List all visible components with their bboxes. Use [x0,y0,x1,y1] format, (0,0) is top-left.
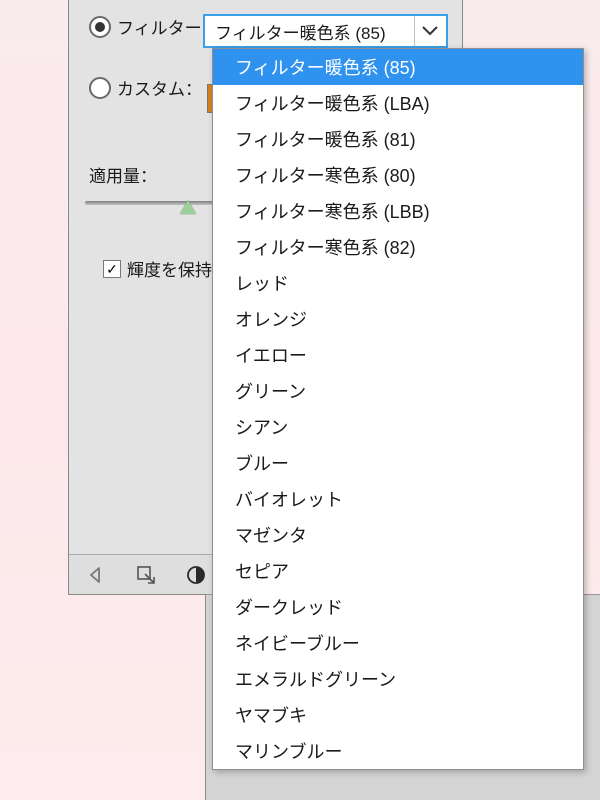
preserve-luminosity-label: 輝度を保持 [127,256,212,281]
filter-option[interactable]: フィルター暖色系 (85) [213,49,583,85]
filter-option[interactable]: ブルー [213,445,583,481]
filter-option[interactable]: エメラルドグリーン [213,661,583,697]
filter-dropdown[interactable]: フィルター暖色系 (85) [203,14,448,48]
chevron-down-icon[interactable] [414,16,444,46]
filter-option[interactable]: レッド [213,265,583,301]
custom-radio[interactable] [89,77,111,99]
filter-option[interactable]: セピア [213,553,583,589]
filter-dropdown-value: フィルター暖色系 (85) [215,19,414,44]
custom-label: カスタム： [117,75,202,100]
preserve-luminosity-row: ✓ 輝度を保持 [103,256,212,281]
filter-option[interactable]: マリンブルー [213,733,583,769]
filter-option[interactable]: フィルター寒色系 (80) [213,157,583,193]
preserve-luminosity-checkbox[interactable]: ✓ [103,260,121,278]
slider-thumb[interactable] [180,200,196,214]
filter-option[interactable]: フィルター暖色系 (LBA) [213,85,583,121]
filter-option[interactable]: シアン [213,409,583,445]
adjustment-mask-icon[interactable] [183,562,209,588]
filter-option[interactable]: イエロー [213,337,583,373]
filter-radio[interactable] [89,16,111,38]
expand-icon[interactable] [133,562,159,588]
filter-option[interactable]: オレンジ [213,301,583,337]
filter-option[interactable]: ヤマブキ [213,697,583,733]
filter-option[interactable]: マゼンタ [213,517,583,553]
filter-option[interactable]: バイオレット [213,481,583,517]
filter-option[interactable]: ネイビーブルー [213,625,583,661]
filter-option[interactable]: フィルター暖色系 (81) [213,121,583,157]
filter-option[interactable]: グリーン [213,373,583,409]
filter-option[interactable]: フィルター寒色系 (LBB) [213,193,583,229]
filter-option[interactable]: ダークレッド [213,589,583,625]
back-arrow-icon[interactable] [83,562,109,588]
density-label: 適用量： [89,162,157,187]
density-slider[interactable] [85,198,215,220]
filter-dropdown-list[interactable]: フィルター暖色系 (85)フィルター暖色系 (LBA)フィルター暖色系 (81)… [212,48,584,770]
filter-option[interactable]: フィルター寒色系 (82) [213,229,583,265]
